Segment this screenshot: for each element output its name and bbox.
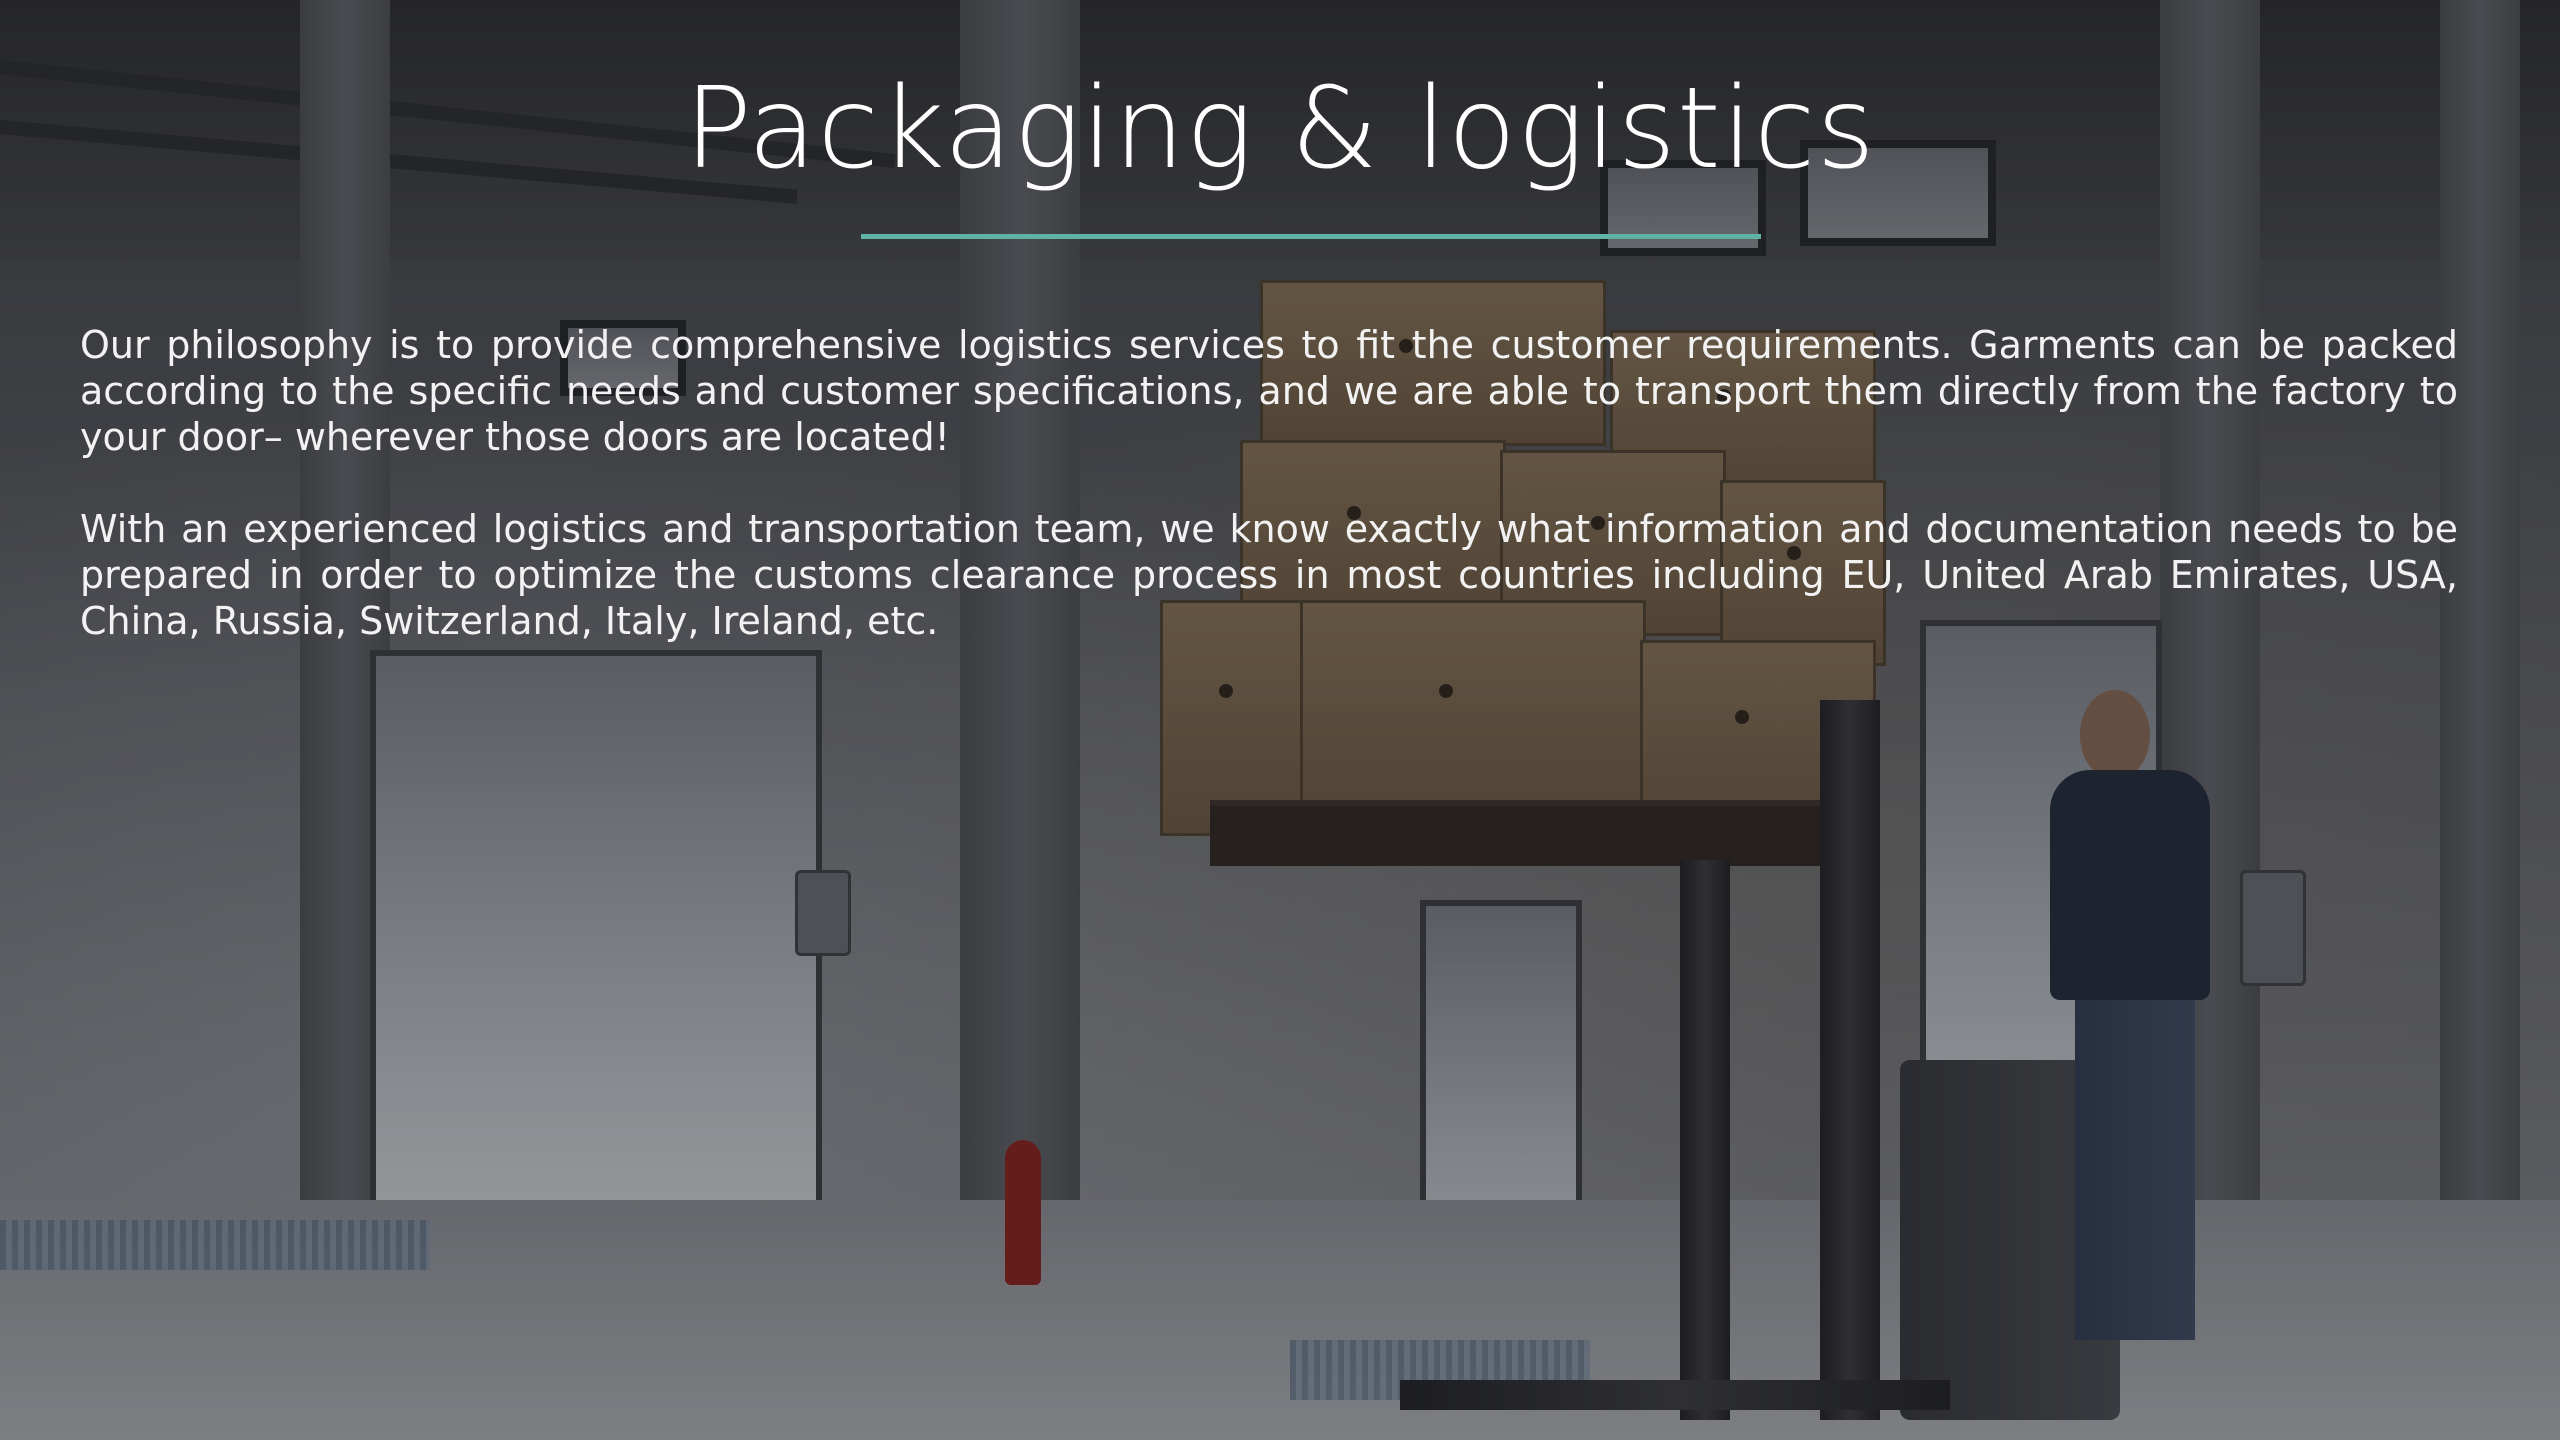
body-text: Our philosophy is to provide comprehensi… — [80, 322, 2458, 690]
page-title: Packaging & logistics — [684, 64, 1876, 194]
slide: Packaging & logistics Our philosophy is … — [0, 0, 2560, 1440]
paragraph-philosophy: Our philosophy is to provide comprehensi… — [80, 323, 2458, 459]
warehouse-background-image — [0, 0, 2560, 1440]
dark-overlay — [0, 0, 2560, 1440]
title-underline — [861, 234, 1761, 239]
paragraph-customs: With an experienced logistics and transp… — [80, 507, 2458, 643]
